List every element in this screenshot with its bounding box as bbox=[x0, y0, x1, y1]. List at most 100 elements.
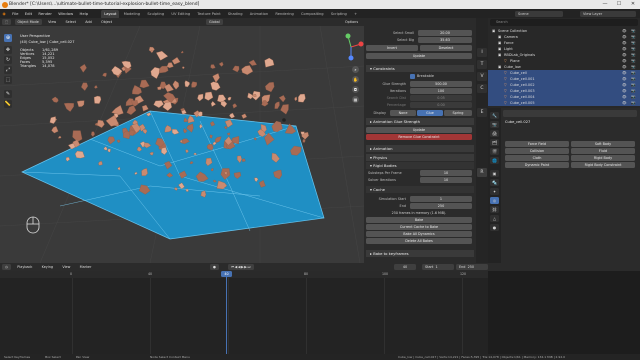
select-small-field[interactable]: 20.00 bbox=[418, 30, 472, 36]
blender-menu-icon[interactable]: ◉ bbox=[0, 9, 8, 18]
render-camera-icon[interactable]: 📷 bbox=[631, 100, 635, 106]
menu-window[interactable]: Window bbox=[56, 9, 76, 18]
update-button[interactable]: Update bbox=[366, 127, 472, 133]
view-menu[interactable]: View bbox=[45, 19, 59, 25]
soft-body-button[interactable]: Soft Body bbox=[571, 141, 635, 147]
object-menu[interactable]: Object bbox=[98, 19, 115, 25]
playback-menu[interactable]: Playback bbox=[14, 264, 35, 270]
solver-iter-field[interactable]: 10 bbox=[420, 177, 472, 183]
tab-modeling[interactable]: Modeling bbox=[121, 10, 143, 18]
delete-all-bakes-button[interactable]: Delete All Bakes bbox=[366, 238, 472, 244]
end-frame-field[interactable]: End 250 bbox=[456, 264, 488, 270]
menu-render[interactable]: Render bbox=[36, 9, 55, 18]
options-button[interactable]: Options bbox=[342, 19, 361, 25]
animation-glue-header[interactable]: ▸ Animation Glue Strength bbox=[366, 118, 474, 125]
view-layer-selector[interactable]: View Layer bbox=[580, 10, 636, 17]
display-glue-button[interactable]: Glue bbox=[417, 110, 443, 116]
end-field[interactable]: 250 bbox=[410, 203, 472, 209]
force-field-button[interactable]: Force Field bbox=[505, 141, 569, 147]
world-props-icon[interactable]: 🌐 bbox=[490, 157, 499, 164]
menu-file[interactable]: File bbox=[10, 9, 21, 18]
add-menu[interactable]: Add bbox=[82, 19, 95, 25]
constraints-header[interactable]: ▾ Constraints bbox=[366, 65, 474, 72]
percentage-field[interactable]: 0.00 bbox=[410, 102, 472, 108]
substeps-field[interactable]: 10 bbox=[420, 170, 472, 176]
menu-edit[interactable]: Edit bbox=[22, 9, 34, 18]
start-frame-field[interactable]: Start 1 bbox=[422, 264, 454, 270]
remove-glue-button[interactable]: Remove Glue Constraint bbox=[366, 134, 472, 140]
sim-start-field[interactable]: 1 bbox=[410, 196, 472, 202]
tab-item[interactable]: I bbox=[477, 48, 487, 57]
tab-sculpting[interactable]: Sculpting bbox=[144, 10, 167, 18]
transform-orientation-dropdown[interactable]: Global bbox=[206, 19, 223, 25]
timeline[interactable]: 0406080100120 40 bbox=[0, 271, 488, 354]
playhead[interactable] bbox=[226, 271, 227, 354]
properties-search[interactable] bbox=[503, 110, 637, 117]
transform-tool-icon[interactable]: ⬚ bbox=[4, 76, 12, 84]
animation-header[interactable]: ▸ Animation bbox=[366, 145, 474, 152]
marker-menu[interactable]: Marker bbox=[77, 264, 95, 270]
maximize-button[interactable]: ☐ bbox=[612, 0, 626, 9]
render-props-icon[interactable]: 📷 bbox=[490, 121, 499, 128]
playback-controls[interactable]: ⏮◀◀▶▶⏭ bbox=[228, 264, 255, 270]
select-menu[interactable]: Select bbox=[62, 19, 78, 25]
tab-animation[interactable]: Animation bbox=[247, 10, 271, 18]
3d-viewport[interactable]: ⬚ Object Mode View Select Add Object Glo… bbox=[0, 18, 364, 263]
cursor-tool-icon[interactable]: ⊕ bbox=[4, 34, 12, 42]
tab-rbdlab[interactable]: R bbox=[477, 168, 487, 177]
cache-header[interactable]: ▾ Cache bbox=[366, 186, 474, 193]
object-props-icon[interactable]: ▣ bbox=[490, 170, 499, 177]
rotate-tool-icon[interactable]: ↻ bbox=[4, 56, 12, 64]
scene-selector[interactable]: Scene bbox=[515, 10, 563, 17]
add-workspace-button[interactable]: + bbox=[351, 10, 360, 18]
glue-strength-field[interactable]: 500.00 bbox=[410, 81, 472, 87]
zoom-icon[interactable]: ⌕ bbox=[352, 66, 359, 73]
current-frame-field[interactable]: 40 bbox=[394, 264, 416, 270]
scene-props-icon[interactable]: 🎬 bbox=[490, 148, 499, 155]
keying-menu[interactable]: Keying bbox=[39, 264, 56, 270]
move-tool-icon[interactable]: ✥ bbox=[4, 46, 12, 54]
menu-help[interactable]: Help bbox=[77, 9, 91, 18]
output-props-icon[interactable]: 🖨 bbox=[490, 130, 499, 137]
tab-compositing[interactable]: Compositing bbox=[298, 10, 327, 18]
display-spring-button[interactable]: Spring bbox=[444, 110, 472, 116]
rigid-bodies-header[interactable]: ▾ Rigid Bodies bbox=[366, 162, 474, 169]
view-layer-icon[interactable]: 🗂 bbox=[490, 139, 499, 146]
tab-edit[interactable]: E bbox=[477, 108, 487, 117]
tab-rendering[interactable]: Rendering bbox=[272, 10, 296, 18]
navigation-gizmo[interactable] bbox=[336, 32, 364, 62]
visibility-icon[interactable]: 👁 bbox=[622, 100, 627, 106]
camera-view-icon[interactable]: ◘ bbox=[352, 86, 359, 93]
bake-button[interactable]: Bake bbox=[366, 217, 472, 223]
tab-uv-editing[interactable]: UV Editing bbox=[168, 10, 193, 18]
frame-ruler[interactable] bbox=[0, 271, 488, 278]
annotate-tool-icon[interactable]: ✎ bbox=[4, 90, 12, 98]
timeline-editor-icon[interactable]: ◷ bbox=[2, 264, 11, 270]
tab-tool[interactable]: T bbox=[477, 60, 487, 69]
tab-view[interactable]: V bbox=[477, 72, 487, 81]
physics-props-icon[interactable]: ◎ bbox=[490, 197, 499, 204]
fluid-button[interactable]: Fluid bbox=[571, 148, 635, 154]
current-cache-to-bake-button[interactable]: Current Cache to Bake bbox=[366, 224, 472, 230]
dynamic-paint-button[interactable]: Dynamic Paint bbox=[505, 162, 569, 168]
close-button[interactable]: ✕ bbox=[626, 0, 640, 9]
measure-tool-icon[interactable]: 📏 bbox=[4, 100, 12, 108]
record-button[interactable]: ● bbox=[210, 264, 219, 270]
bake-keyframes-header[interactable]: ▸ Bake to keyframes bbox=[366, 250, 474, 257]
constraints-props-icon[interactable]: ⛓ bbox=[490, 206, 499, 213]
view-menu-timeline[interactable]: View bbox=[59, 264, 73, 270]
mode-dropdown[interactable]: Object Mode bbox=[14, 19, 42, 25]
modifier-props-icon[interactable]: 🔩 bbox=[490, 179, 499, 186]
tab-layout[interactable]: Layout bbox=[101, 10, 120, 18]
editor-type-button[interactable]: ⬚ bbox=[2, 19, 12, 25]
invert-button[interactable]: Invert bbox=[366, 45, 418, 51]
particles-props-icon[interactable]: ✦ bbox=[490, 188, 499, 195]
bake-all-dynamics-button[interactable]: Bake All Dynamics bbox=[366, 231, 472, 237]
rigid-body-button[interactable]: Rigid Body bbox=[571, 155, 635, 161]
tab-shading[interactable]: Shading bbox=[225, 10, 246, 18]
cloth-button[interactable]: Cloth bbox=[505, 155, 569, 161]
breakable-checkbox[interactable] bbox=[410, 74, 415, 79]
tab-texture-paint[interactable]: Texture Paint bbox=[194, 10, 223, 18]
outliner-row[interactable]: ▽ Cube_cell.005 👁 📷 bbox=[488, 100, 640, 106]
material-props-icon[interactable]: ● bbox=[490, 224, 499, 231]
